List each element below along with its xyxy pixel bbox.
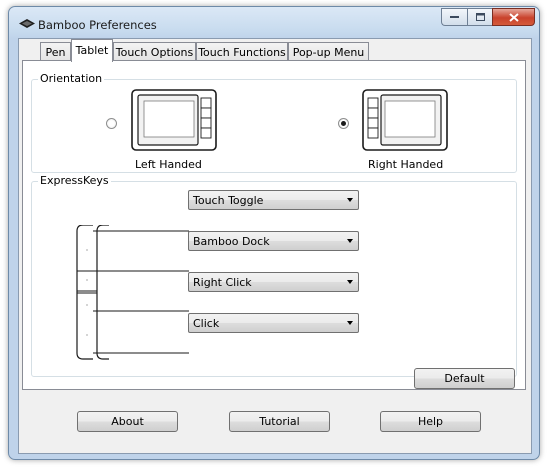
orientation-group: Orientation Left Handed Right Handed [31,72,517,173]
expresskeys-group-label: ExpressKeys [38,174,111,187]
window-title: Bamboo Preferences [38,18,157,32]
tab-tablet[interactable]: Tablet [71,39,113,62]
minimize-button[interactable] [441,8,467,26]
expresskey-3-value: Right Click [193,276,252,289]
expresskeys-diagram [76,225,189,360]
minimize-icon [450,16,459,18]
orientation-group-label: Orientation [38,72,105,85]
help-button[interactable]: Help [380,411,481,432]
tablet-left-handed-image [131,89,217,151]
tutorial-button[interactable]: Tutorial [229,411,330,432]
bamboo-icon [19,19,35,28]
radio-selected-dot [341,121,346,126]
right-handed-label: Right Handed [368,158,444,171]
expresskey-1-value: Touch Toggle [193,194,264,207]
chevron-down-icon [347,280,353,284]
expresskey-2-dropdown[interactable]: Bamboo Dock [188,231,359,251]
close-button[interactable] [492,8,535,26]
client-area: Pen Tablet Touch Options Touch Functions… [18,38,532,454]
title-bar[interactable]: Bamboo Preferences [9,7,539,39]
tablet-right-handed-image [362,89,448,151]
about-button[interactable]: About [77,411,178,432]
caption-buttons [441,8,535,26]
tab-popup-menu[interactable]: Pop-up Menu [288,42,369,61]
expresskey-4-dropdown[interactable]: Click [188,313,359,333]
close-icon [508,12,519,22]
tab-touch-functions[interactable]: Touch Functions [196,42,288,61]
maximize-button[interactable] [467,8,492,26]
expresskey-4-value: Click [193,317,220,330]
left-handed-label: Left Handed [135,158,202,171]
right-handed-radio[interactable] [338,118,349,129]
expresskey-3-dropdown[interactable]: Right Click [188,272,359,292]
window: Bamboo Preferences Pen Tablet Touch Opti… [8,6,540,460]
chevron-down-icon [347,321,353,325]
maximize-icon [475,13,485,21]
default-button[interactable]: Default [414,368,515,389]
tab-pen[interactable]: Pen [40,42,71,61]
chevron-down-icon [347,198,353,202]
chevron-down-icon [347,239,353,243]
expresskey-1-dropdown[interactable]: Touch Toggle [188,190,359,210]
expresskey-2-value: Bamboo Dock [193,235,270,248]
left-handed-radio[interactable] [106,118,117,129]
tab-touch-options[interactable]: Touch Options [113,42,196,61]
